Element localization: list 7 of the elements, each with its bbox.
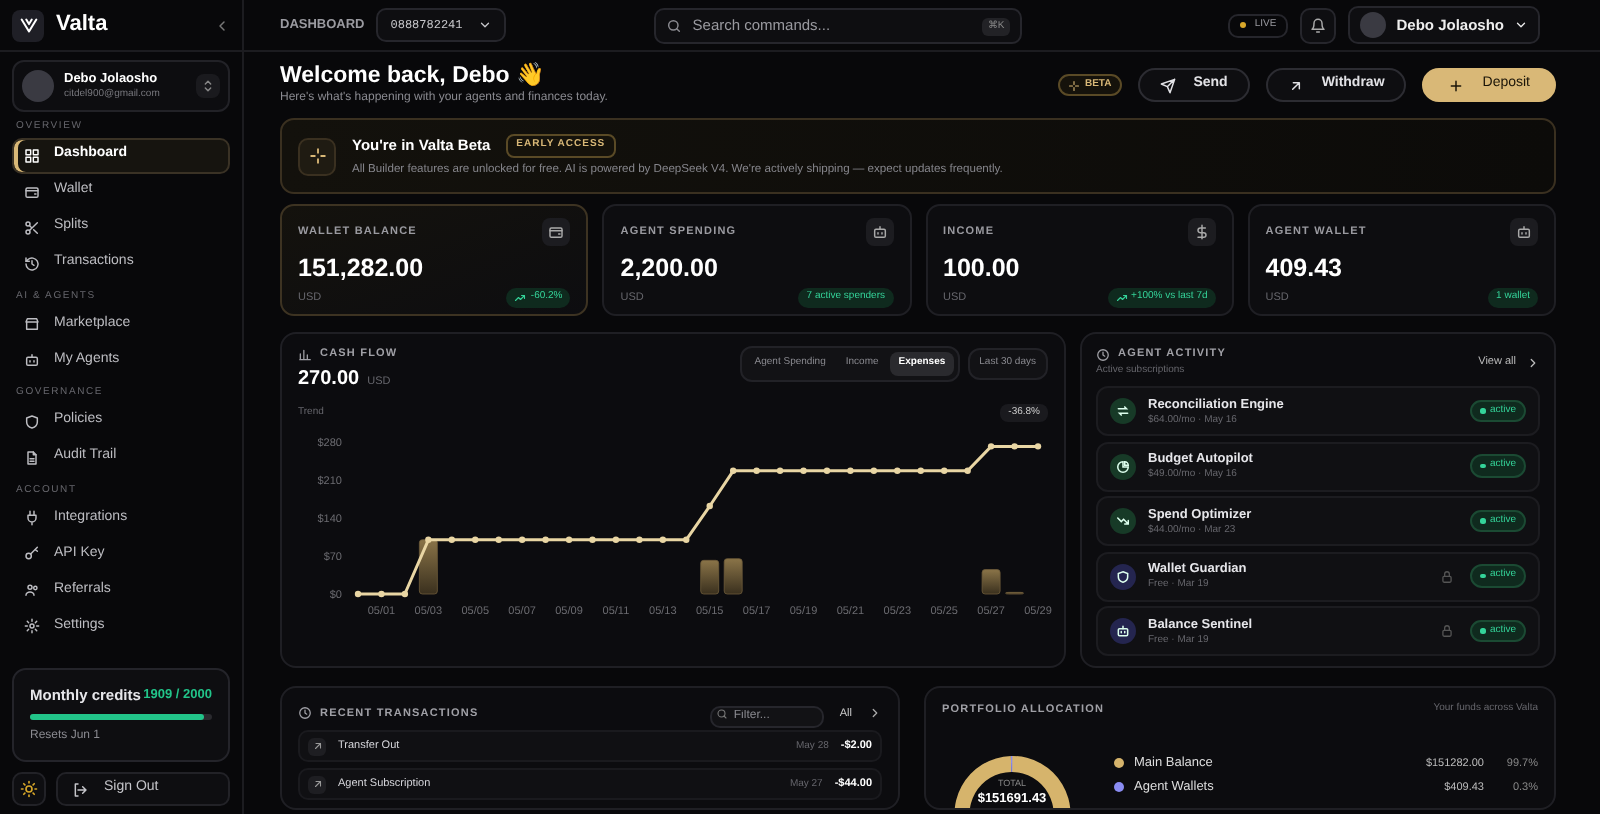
stat-value: 151,282.00 bbox=[298, 252, 426, 287]
welcome-title: Welcome back, Debo 👋 bbox=[280, 62, 547, 91]
stat-value: 100.00 bbox=[943, 252, 1022, 287]
brand-name: Valta bbox=[56, 10, 108, 41]
stat-value: 409.43 bbox=[1265, 252, 1344, 287]
cash-flow-total: 270.00 bbox=[298, 365, 360, 394]
stat-value: 2,200.00 bbox=[620, 252, 720, 287]
